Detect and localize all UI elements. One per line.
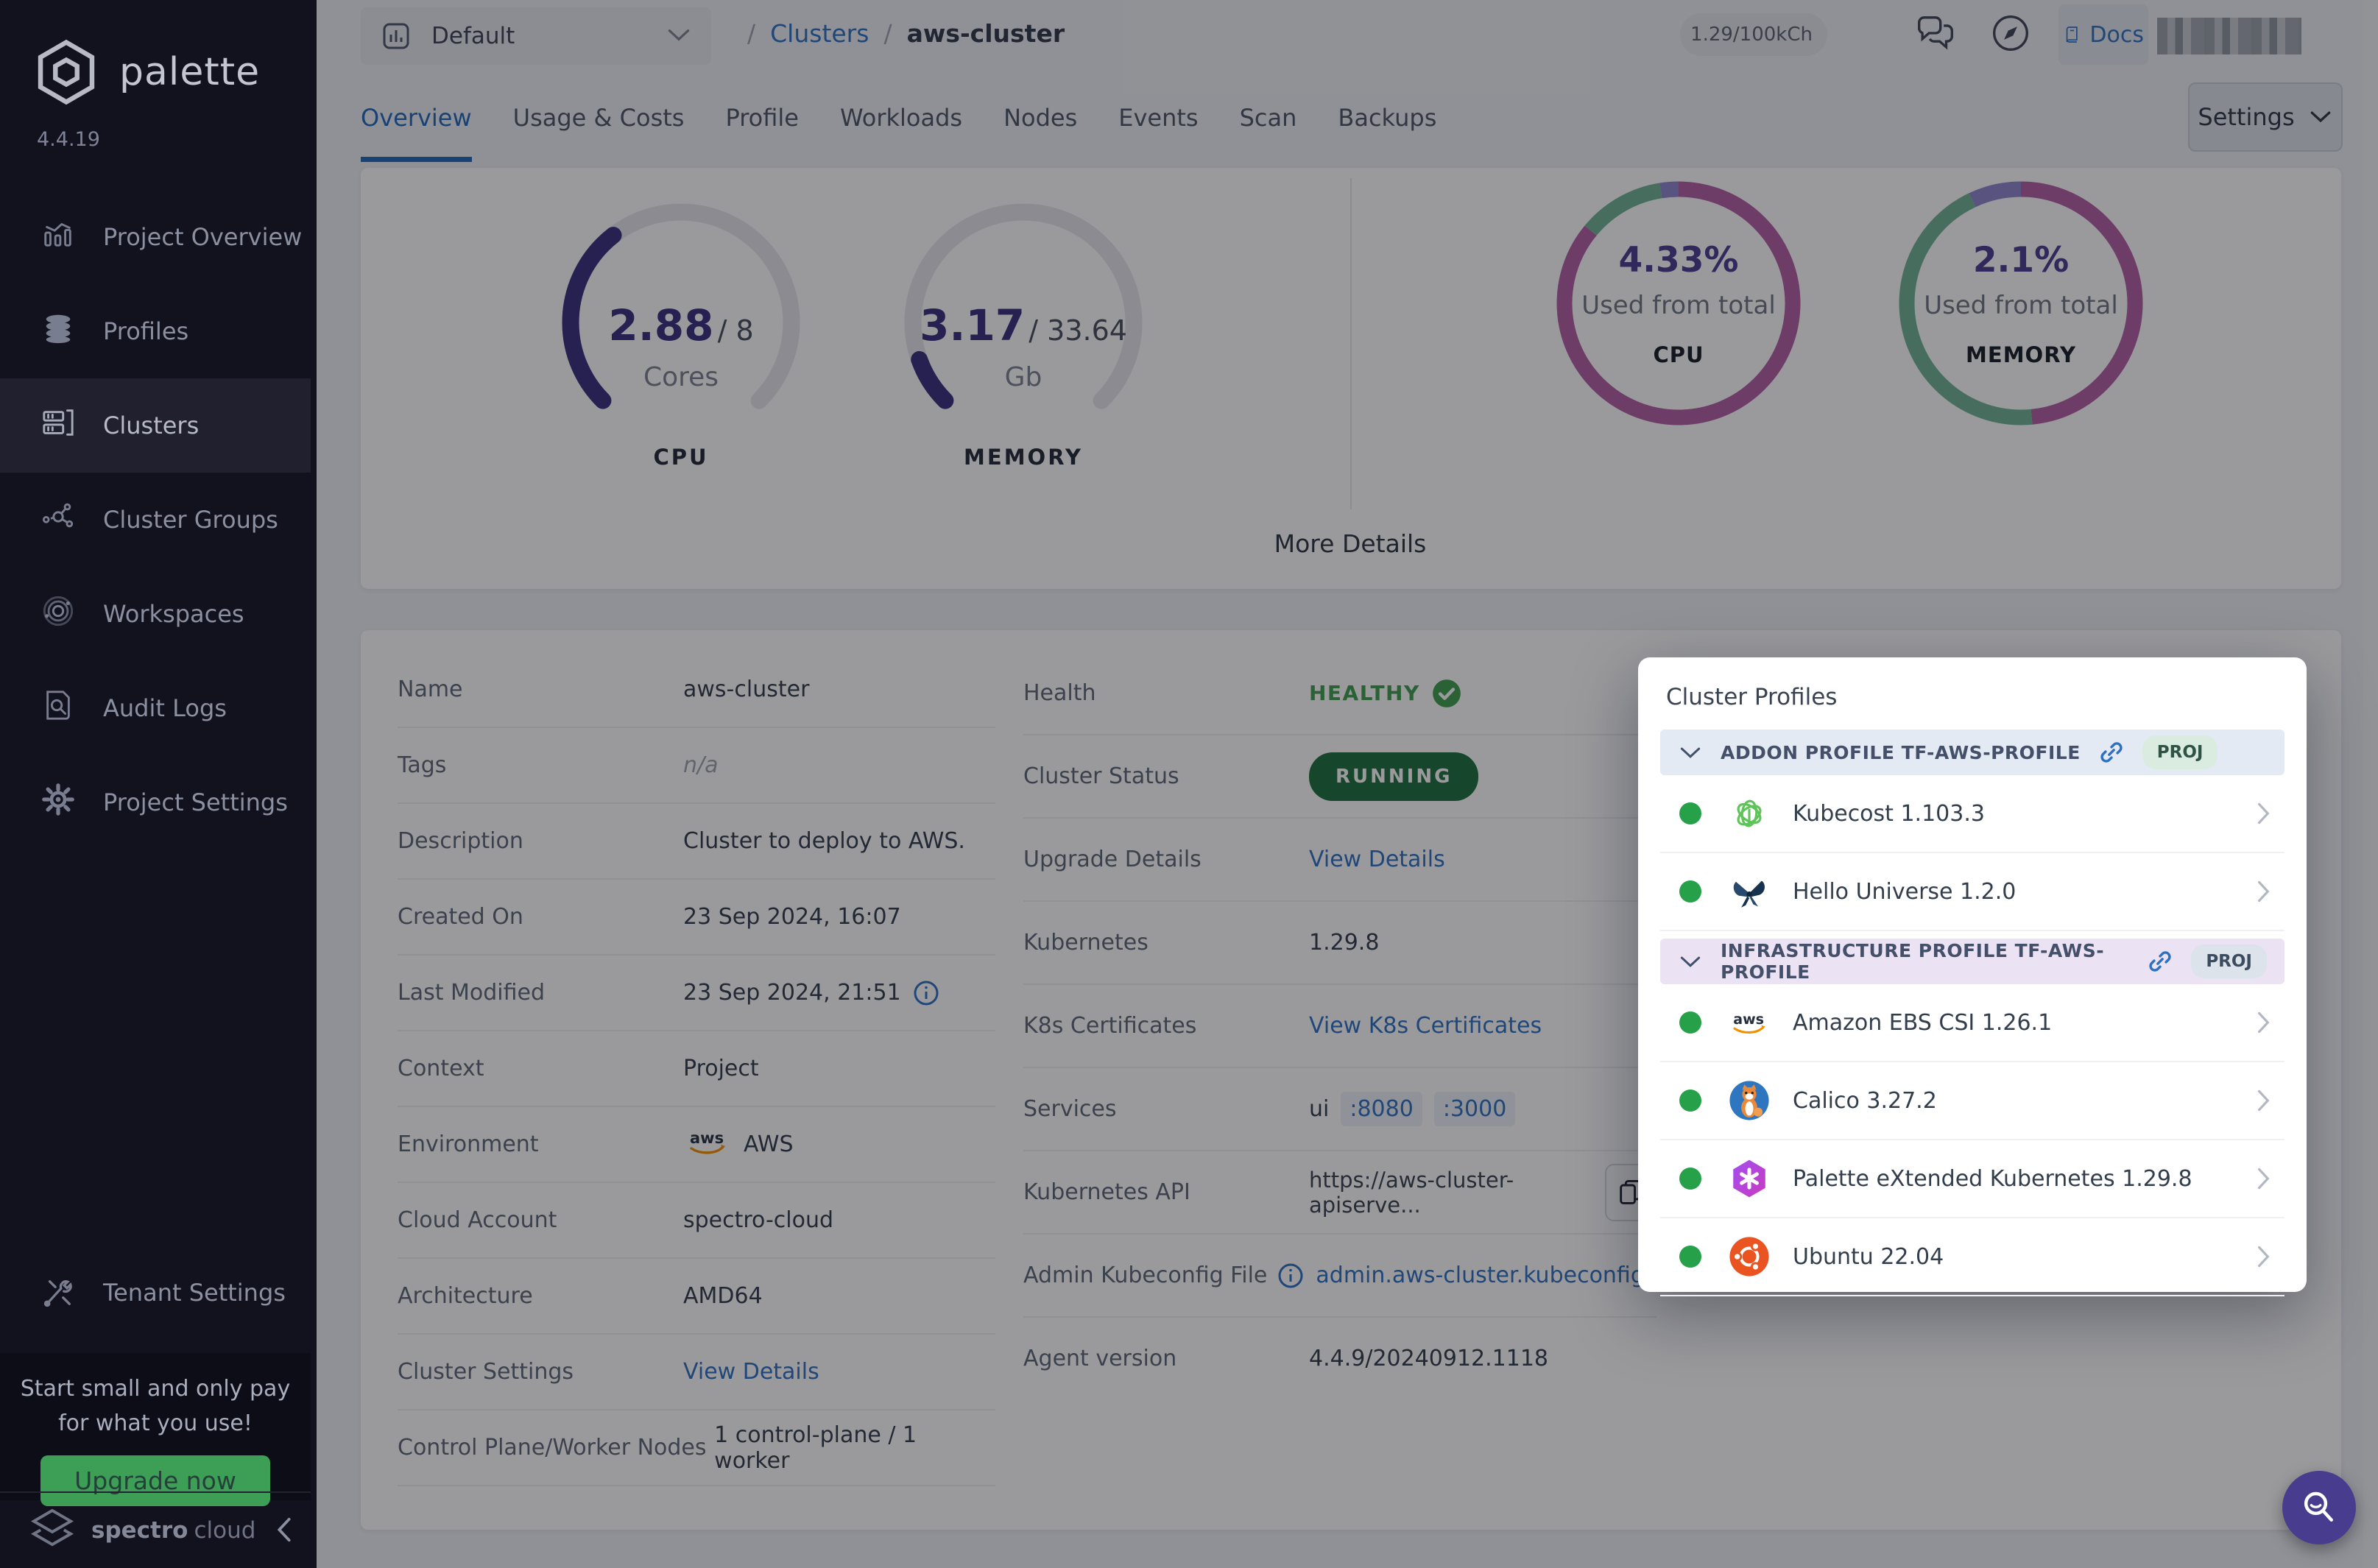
chevron-right-icon xyxy=(2255,1243,2271,1270)
cluster-profiles-panel: Cluster Profiles ADDON PROFILE TF-AWS-PR… xyxy=(1638,657,2307,1292)
palette-logo-icon xyxy=(32,38,100,106)
footer-brand: spectrocloud xyxy=(91,1517,255,1544)
sidebar-item-workspaces[interactable]: Workspaces xyxy=(0,567,311,661)
sidebar-item-label: Project Overview xyxy=(103,223,302,251)
chevron-right-icon xyxy=(2255,1087,2271,1114)
sidebar-nav: Project Overview Profiles Clusters Cluster … xyxy=(0,190,311,850)
profiles-icon xyxy=(41,311,75,351)
scope-badge: PROJ xyxy=(2191,944,2267,978)
status-dot xyxy=(1679,1246,1701,1268)
sidebar-item-project-overview[interactable]: Project Overview xyxy=(0,190,311,284)
audit-logs-icon xyxy=(41,688,75,728)
pack-name: Ubuntu 22.04 xyxy=(1793,1244,1944,1270)
profile-pack-item[interactable]: Calico 3.27.2 xyxy=(1660,1062,2284,1140)
upgrade-promo: Start small and only pay for what you us… xyxy=(0,1353,311,1500)
sidebar-item-label: Project Settings xyxy=(103,788,288,816)
chevron-right-icon xyxy=(2255,1165,2271,1192)
sidebar-item-project-settings[interactable]: Project Settings xyxy=(0,755,311,850)
workspaces-icon xyxy=(41,594,75,634)
aws-logo-icon: aws xyxy=(1728,1001,1771,1044)
status-dot xyxy=(1679,880,1701,903)
profile-section-name: ADDON PROFILE TF-AWS-PROFILE xyxy=(1721,742,2081,763)
link-icon[interactable] xyxy=(2098,739,2125,766)
sidebar-item-label: Workspaces xyxy=(103,600,244,628)
calico-logo-icon xyxy=(1728,1079,1771,1122)
sidebar-item-label: Audit Logs xyxy=(103,694,227,722)
profile-section-header[interactable]: INFRASTRUCTURE PROFILE TF-AWS-PROFILE PR… xyxy=(1660,939,2284,984)
clusters-icon xyxy=(41,406,75,445)
chevron-right-icon xyxy=(2255,878,2271,905)
profile-pack-item[interactable]: Hello Universe 1.2.0 xyxy=(1660,853,2284,931)
sidebar-item-label: Tenant Settings xyxy=(103,1279,286,1307)
gear-icon xyxy=(41,783,75,822)
sidebar-collapse-button[interactable] xyxy=(270,1515,298,1547)
chevron-down-icon xyxy=(1678,954,1703,969)
status-dot xyxy=(1679,1090,1701,1112)
promo-line-2: for what you use! xyxy=(0,1407,311,1441)
footer-brand-light: cloud xyxy=(194,1517,255,1544)
sidebar-item-tenant-settings[interactable]: Tenant Settings xyxy=(0,1246,352,1340)
sidebar-item-audit-logs[interactable]: Audit Logs xyxy=(0,661,311,755)
chevron-down-icon xyxy=(1678,745,1703,760)
search-icon xyxy=(2298,1486,2340,1529)
spectro-cloud-logo-icon xyxy=(28,1505,77,1556)
brand-name: palette xyxy=(119,50,260,94)
sidebar-footer: spectrocloud xyxy=(0,1491,311,1568)
cluster-groups-icon xyxy=(41,500,75,540)
project-overview-icon xyxy=(41,217,75,257)
hello-universe-logo-icon xyxy=(1728,870,1771,913)
panel-sections: ADDON PROFILE TF-AWS-PROFILE PROJ Kubeco… xyxy=(1660,730,2284,1296)
promo-line-1: Start small and only pay xyxy=(0,1372,311,1407)
svg-text:aws: aws xyxy=(1733,1011,1764,1028)
panel-title: Cluster Profiles xyxy=(1666,684,2284,710)
pack-name: Calico 3.27.2 xyxy=(1793,1088,1937,1114)
sidebar-item-profiles[interactable]: Profiles xyxy=(0,284,311,378)
link-icon[interactable] xyxy=(2147,948,2173,975)
profile-section-header[interactable]: ADDON PROFILE TF-AWS-PROFILE PROJ xyxy=(1660,730,2284,775)
profile-pack-item[interactable]: aws Amazon EBS CSI 1.26.1 xyxy=(1660,984,2284,1062)
pxk-logo-icon xyxy=(1728,1157,1771,1200)
palette-app: palette 4.4.19 Project Overview Profiles C… xyxy=(0,0,2378,1568)
chevron-right-icon xyxy=(2255,800,2271,827)
sidebar-item-label: Clusters xyxy=(103,412,199,439)
sidebar-item-label: Cluster Groups xyxy=(103,506,278,534)
status-dot xyxy=(1679,1168,1701,1190)
chevron-right-icon xyxy=(2255,1009,2271,1036)
sidebar-item-label: Profiles xyxy=(103,317,188,345)
pack-name: Kubecost 1.103.3 xyxy=(1793,801,1985,827)
profile-pack-item[interactable]: Kubecost 1.103.3 xyxy=(1660,775,2284,853)
profile-pack-item[interactable]: Ubuntu 22.04 xyxy=(1660,1218,2284,1296)
ubuntu-logo-icon xyxy=(1728,1235,1771,1278)
profile-section-name: INFRASTRUCTURE PROFILE TF-AWS-PROFILE xyxy=(1721,940,2129,983)
sidebar-item-clusters[interactable]: Clusters xyxy=(0,378,311,473)
kubecost-logo-icon xyxy=(1728,792,1771,835)
sidebar-item-cluster-groups[interactable]: Cluster Groups xyxy=(0,473,311,567)
pack-name: Hello Universe 1.2.0 xyxy=(1793,879,2016,905)
status-dot xyxy=(1679,1011,1701,1034)
app-version: 4.4.19 xyxy=(0,106,317,151)
search-fab-button[interactable] xyxy=(2282,1471,2356,1544)
footer-brand-bold: spectro xyxy=(91,1517,188,1544)
status-dot xyxy=(1679,802,1701,824)
profile-pack-item[interactable]: Palette eXtended Kubernetes 1.29.8 xyxy=(1660,1140,2284,1218)
scope-badge: PROJ xyxy=(2142,735,2218,769)
brand: palette xyxy=(0,0,317,106)
pack-name: Amazon EBS CSI 1.26.1 xyxy=(1793,1010,2052,1036)
sidebar: palette 4.4.19 Project Overview Profiles C… xyxy=(0,0,317,1568)
tools-icon xyxy=(41,1276,75,1310)
pack-name: Palette eXtended Kubernetes 1.29.8 xyxy=(1793,1166,2192,1192)
